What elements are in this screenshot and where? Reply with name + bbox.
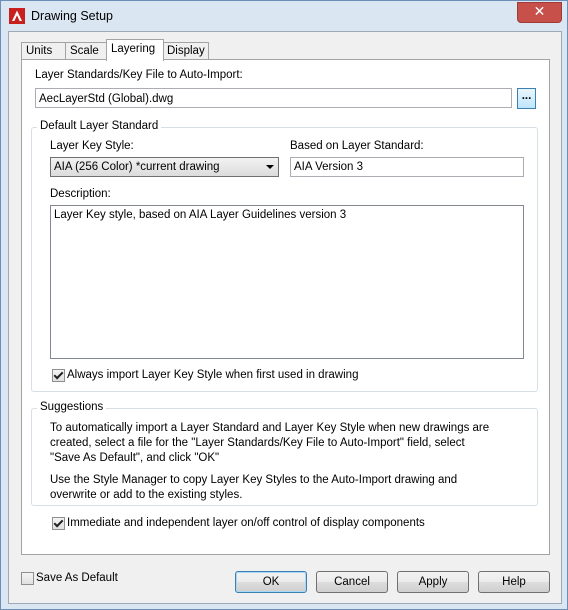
close-button[interactable]: ✕ [517,2,562,23]
layer-standards-file-field[interactable]: AecLayerStd (Global).dwg [35,88,512,108]
ok-button[interactable]: OK [235,571,307,593]
immediate-control-label: Immediate and independent layer on/off c… [67,517,425,529]
always-import-checkbox[interactable] [52,369,65,382]
description-textarea[interactable]: Layer Key style, based on AIA Layer Guid… [50,205,524,359]
layer-key-style-value: AIA (256 Color) *current drawing [54,161,220,173]
suggestions-title: Suggestions [37,401,107,413]
default-layer-standard-title: Default Layer Standard [37,120,162,132]
autocad-app-icon [9,8,25,24]
tab-units[interactable]: Units [21,42,66,60]
save-as-default-checkbox[interactable] [21,572,34,585]
drawing-setup-window: Drawing Setup ✕ Units Scale Layering Dis… [0,0,568,610]
title-bar[interactable]: Drawing Setup ✕ [1,1,567,31]
immediate-control-checkbox[interactable] [52,517,65,530]
tab-scale[interactable]: Scale [65,42,109,60]
tab-layering[interactable]: Layering [106,39,164,61]
always-import-label: Always import Layer Key Style when first… [67,369,359,381]
tab-display[interactable]: Display [162,42,209,60]
layering-panel: Layer Standards/Key File to Auto-Import:… [21,59,550,555]
based-on-label: Based on Layer Standard: [290,140,424,152]
based-on-field[interactable]: AIA Version 3 [290,157,524,177]
layer-standards-label: Layer Standards/Key File to Auto-Import: [35,69,243,81]
chevron-down-icon [266,165,274,169]
suggestions-paragraph-2: Use the Style Manager to copy Layer Key … [50,474,458,501]
cancel-button[interactable]: Cancel [316,571,388,593]
browse-button[interactable]: ... [517,88,536,109]
layer-key-style-dropdown[interactable]: AIA (256 Color) *current drawing [50,157,279,177]
suggestions-paragraph-1: To automatically import a Layer Standard… [50,422,490,464]
close-icon: ✕ [533,4,546,20]
dialog-client: Units Scale Layering Display Layer Stand… [8,31,562,604]
window-title: Drawing Setup [31,9,113,23]
description-label: Description: [50,188,111,200]
apply-button[interactable]: Apply [397,571,469,593]
save-as-default-label: Save As Default [36,572,118,584]
layer-key-style-label: Layer Key Style: [50,140,134,152]
help-button[interactable]: Help [478,571,550,593]
